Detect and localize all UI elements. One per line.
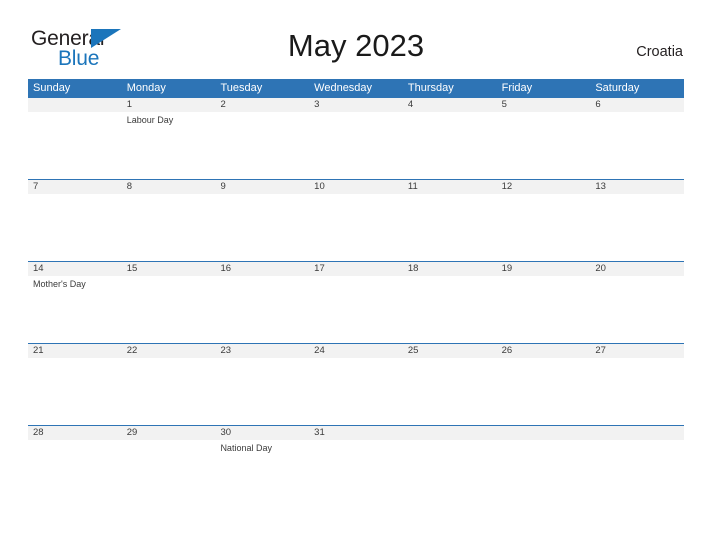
weekday-monday: Monday	[126, 82, 166, 94]
weekday-tuesday: Tuesday	[220, 82, 263, 94]
event-label	[122, 440, 216, 507]
event-label	[215, 276, 309, 343]
event-band: Mother's Day	[28, 276, 684, 343]
week-row: 14 15 16 17 18 19 20 Mother's Day	[28, 261, 684, 343]
date-number[interactable]: 23	[215, 344, 309, 358]
week-row: 1 2 3 4 5 6 Labour Day	[28, 97, 684, 179]
event-label	[28, 112, 122, 179]
date-number[interactable]: 18	[403, 262, 497, 276]
date-number[interactable]: 16	[215, 262, 309, 276]
date-number[interactable]: 14	[28, 262, 122, 276]
date-band: 28 29 30 31	[28, 425, 684, 440]
date-number[interactable]: 9	[215, 180, 309, 194]
event-label	[215, 112, 309, 179]
date-number[interactable]: 12	[497, 180, 591, 194]
event-label	[403, 440, 497, 507]
date-number[interactable]: 10	[309, 180, 403, 194]
date-number[interactable]: 11	[403, 180, 497, 194]
date-number[interactable]: 8	[122, 180, 216, 194]
date-number[interactable]: 31	[309, 426, 403, 440]
date-number[interactable]: 25	[403, 344, 497, 358]
event-band	[28, 194, 684, 261]
date-number[interactable]: 6	[590, 98, 684, 112]
date-number[interactable]: 19	[497, 262, 591, 276]
date-band: 21 22 23 24 25 26 27	[28, 343, 684, 358]
date-number[interactable]: 1	[122, 98, 216, 112]
event-label	[403, 276, 497, 343]
calendar-page: General Blue May 2023 Croatia Sunday Mon…	[0, 0, 712, 550]
week-row: 28 29 30 31 National Day	[28, 425, 684, 507]
event-label	[590, 112, 684, 179]
date-band: 1 2 3 4 5 6	[28, 97, 684, 112]
event-label	[215, 194, 309, 261]
week-row: 21 22 23 24 25 26 27	[28, 343, 684, 425]
date-number[interactable]: 4	[403, 98, 497, 112]
date-number[interactable]: 24	[309, 344, 403, 358]
weekday-sunday: Sunday	[33, 82, 71, 94]
event-band: Labour Day	[28, 112, 684, 179]
week-row: 7 8 9 10 11 12 13	[28, 179, 684, 261]
event-label	[122, 358, 216, 425]
event-label	[28, 440, 122, 507]
event-label	[309, 440, 403, 507]
event-label: Labour Day	[126, 115, 174, 125]
event-label	[497, 358, 591, 425]
date-number[interactable]: 17	[309, 262, 403, 276]
page-header: General Blue May 2023 Croatia	[0, 0, 712, 69]
date-number[interactable]: 21	[28, 344, 122, 358]
date-number[interactable]	[403, 426, 497, 440]
date-number[interactable]	[497, 426, 591, 440]
date-number[interactable]: 15	[122, 262, 216, 276]
event-label	[403, 358, 497, 425]
calendar-grid: Sunday Monday Tuesday Wednesday Thursday…	[28, 79, 684, 507]
event-label	[28, 194, 122, 261]
event-label	[497, 112, 591, 179]
date-number[interactable]: 22	[122, 344, 216, 358]
event-label	[590, 194, 684, 261]
event-label	[309, 112, 403, 179]
event-label	[497, 194, 591, 261]
date-number[interactable]	[590, 426, 684, 440]
country-label: Croatia	[636, 44, 683, 60]
event-label	[590, 358, 684, 425]
event-label	[403, 194, 497, 261]
date-number[interactable]: 30	[215, 426, 309, 440]
weekday-header-row: Sunday Monday Tuesday Wednesday Thursday…	[28, 79, 684, 97]
date-number[interactable]: 7	[28, 180, 122, 194]
event-label	[122, 276, 216, 343]
event-band: National Day	[28, 440, 684, 507]
date-number[interactable]: 27	[590, 344, 684, 358]
event-label: National Day	[220, 443, 272, 453]
event-label	[590, 276, 684, 343]
date-band: 14 15 16 17 18 19 20	[28, 261, 684, 276]
event-label	[215, 358, 309, 425]
date-number[interactable]: 26	[497, 344, 591, 358]
date-number[interactable]	[28, 98, 122, 112]
date-number[interactable]: 13	[590, 180, 684, 194]
event-label	[403, 112, 497, 179]
page-title: May 2023	[287, 28, 425, 63]
date-number[interactable]: 5	[497, 98, 591, 112]
date-band: 7 8 9 10 11 12 13	[28, 179, 684, 194]
event-label	[590, 440, 684, 507]
event-label	[309, 276, 403, 343]
event-label	[497, 276, 591, 343]
date-number[interactable]: 28	[28, 426, 122, 440]
event-label	[309, 358, 403, 425]
date-number[interactable]: 29	[122, 426, 216, 440]
event-label	[122, 194, 216, 261]
weekday-thursday: Thursday	[407, 82, 454, 94]
date-number[interactable]: 2	[215, 98, 309, 112]
weekday-saturday: Saturday	[595, 82, 640, 94]
event-label	[497, 440, 591, 507]
weekday-wednesday: Wednesday	[314, 82, 373, 94]
date-number[interactable]: 3	[309, 98, 403, 112]
date-number[interactable]: 20	[590, 262, 684, 276]
event-band	[28, 358, 684, 425]
event-label: Mother's Day	[33, 279, 86, 289]
event-label	[28, 358, 122, 425]
event-label	[309, 194, 403, 261]
weekday-friday: Friday	[501, 82, 533, 94]
